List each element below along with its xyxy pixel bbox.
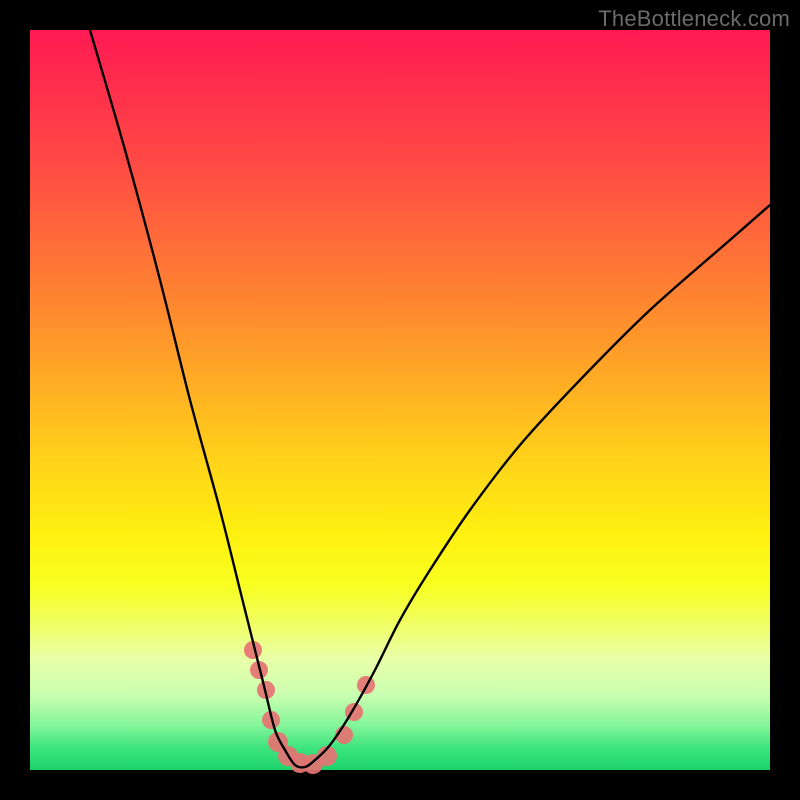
main-curve: [90, 30, 770, 767]
plot-area: [30, 30, 770, 770]
chart-frame: TheBottleneck.com: [0, 0, 800, 800]
chart-svg: [30, 30, 770, 770]
watermark-text: TheBottleneck.com: [598, 6, 790, 32]
